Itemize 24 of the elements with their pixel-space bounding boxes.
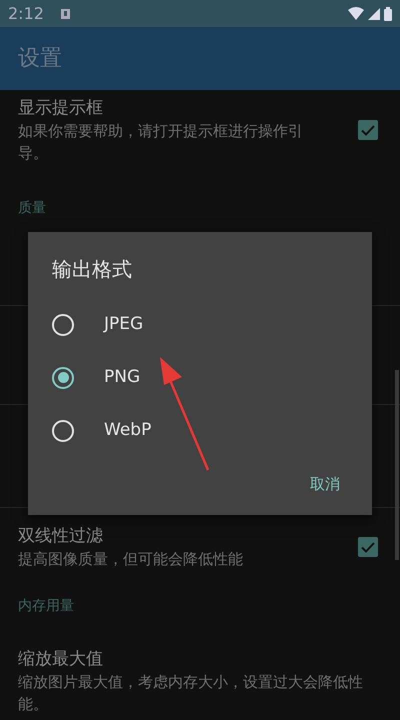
wifi-icon [348,7,364,20]
dialog-title: 输出格式 [52,256,133,282]
radio-button[interactable] [52,314,74,336]
radio-option[interactable]: JPEG [52,298,348,351]
category-header: 质量 [17,199,47,218]
radio-button[interactable] [52,420,74,442]
checkbox[interactable] [358,120,378,140]
setting-title: 显示提示框 [18,97,104,120]
setting-title: 缩放最大值 [18,648,104,671]
setting-summary: 提高图像质量，但可能会降低性能 [18,549,244,570]
battery-icon [384,6,392,20]
checkbox[interactable] [358,537,378,557]
setting-summary: 缩放图片最大值，考虑内存大小，设置过大会降低性能。 [18,672,364,715]
category-header: 内存用量 [17,597,75,616]
app-title: 设置 [18,45,62,73]
radio-button[interactable] [52,366,74,388]
notification-icon [60,8,71,20]
signal-icon [368,8,380,20]
setting-title: 双线性过滤 [18,525,104,548]
cancel-button[interactable]: 取消 [300,468,350,499]
setting-summary: 如果你需要帮助，请打开提示框进行操作引导。 [18,121,304,164]
clock: 2:12 [8,2,44,24]
radio-option[interactable]: PNG [52,351,348,404]
radio-option[interactable]: WebP [52,404,348,457]
